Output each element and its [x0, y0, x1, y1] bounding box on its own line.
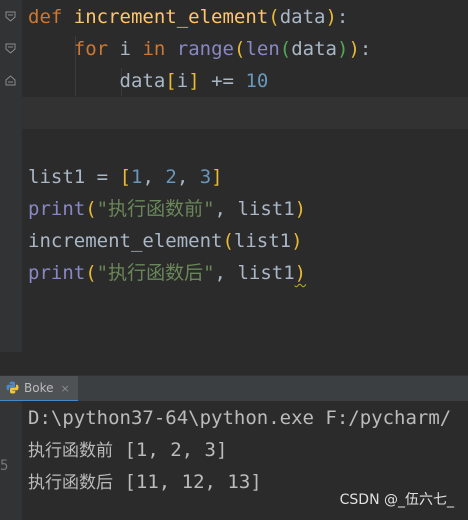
side-digit: 5	[0, 458, 9, 474]
string-literal: "执行函数前"	[96, 198, 215, 220]
variable: list1	[28, 166, 86, 188]
run-panel-header: Boke ×	[0, 375, 468, 402]
output-value: [1, 2, 3]	[113, 439, 228, 461]
console-line: D:\python37-64\python.exe F:/pycharm/	[28, 407, 452, 429]
paren: (	[85, 198, 97, 220]
output-label: 执行函数前	[28, 441, 113, 461]
close-icon[interactable]: ×	[60, 382, 69, 395]
output-value: [11, 12, 13]	[113, 471, 262, 493]
code-editor[interactable]: def increment_element(data): for i in ra…	[0, 0, 468, 352]
python-icon	[6, 379, 19, 398]
code-line-6[interactable]: print("执行函数前", list1)	[28, 193, 306, 225]
builtin: print	[28, 198, 86, 220]
number: 1	[131, 166, 143, 188]
colon: :	[336, 6, 349, 28]
bracket: [	[165, 70, 177, 92]
keyword: def	[28, 6, 63, 28]
output-label: 执行函数后	[28, 473, 113, 493]
editor-gutter	[0, 0, 22, 352]
current-line-highlight	[22, 97, 468, 129]
index: i	[176, 70, 189, 92]
argument: list1	[237, 198, 295, 220]
paren: )	[325, 6, 337, 28]
watermark: CSDN @_伍六七_	[339, 492, 454, 508]
paren: )	[337, 38, 349, 60]
number: 10	[245, 70, 269, 92]
console-line: 执行函数后 [11, 12, 13]	[28, 466, 262, 498]
operator: =	[96, 166, 109, 188]
keyword: in	[142, 38, 166, 60]
parameter: data	[279, 6, 326, 28]
console-line: 执行函数前 [1, 2, 3]	[28, 434, 227, 466]
operator: +=	[211, 70, 234, 92]
argument: data	[291, 38, 337, 60]
paren: (	[222, 230, 234, 252]
paren: )	[291, 230, 303, 252]
code-line-7[interactable]: increment_element(list1)	[28, 225, 303, 257]
paren: (	[268, 6, 280, 28]
colon: :	[359, 38, 372, 60]
run-tab[interactable]: Boke ×	[0, 376, 78, 402]
keyword: for	[73, 38, 109, 60]
builtin: len	[245, 38, 280, 60]
code-line-5[interactable]: list1 = [1, 2, 3]	[28, 161, 223, 193]
code-line-2[interactable]: for i in range(len(data)):	[28, 33, 372, 65]
number: 2	[165, 166, 177, 188]
string-literal: "执行函数后"	[96, 262, 215, 284]
function-call: increment_element	[28, 230, 223, 252]
paren: )	[348, 38, 360, 60]
argument: list1	[233, 230, 292, 252]
argument: list1	[237, 262, 295, 284]
run-tab-label: Boke	[24, 381, 54, 395]
code-line-3[interactable]: data[i] += 10	[28, 65, 269, 97]
paren: (	[85, 262, 97, 284]
paren: )	[294, 198, 307, 220]
loop-variable: i	[119, 38, 131, 60]
bracket: [	[119, 166, 132, 188]
bracket: ]	[188, 70, 200, 92]
function-name: increment_element	[73, 6, 269, 28]
paren: )	[294, 262, 307, 284]
fold-collapse-icon[interactable]	[5, 43, 16, 54]
code-line-1[interactable]: def increment_element(data):	[28, 1, 348, 33]
paren: (	[279, 38, 292, 60]
builtin: range	[176, 38, 234, 60]
fold-collapse-icon[interactable]	[5, 11, 16, 22]
code-line-8[interactable]: print("执行函数后", list1)	[28, 257, 306, 289]
number: 3	[199, 166, 212, 188]
fold-end-icon[interactable]	[5, 75, 16, 86]
paren: (	[234, 38, 246, 60]
bracket: ]	[211, 166, 223, 188]
builtin: print	[28, 262, 86, 284]
variable: data	[119, 70, 166, 92]
